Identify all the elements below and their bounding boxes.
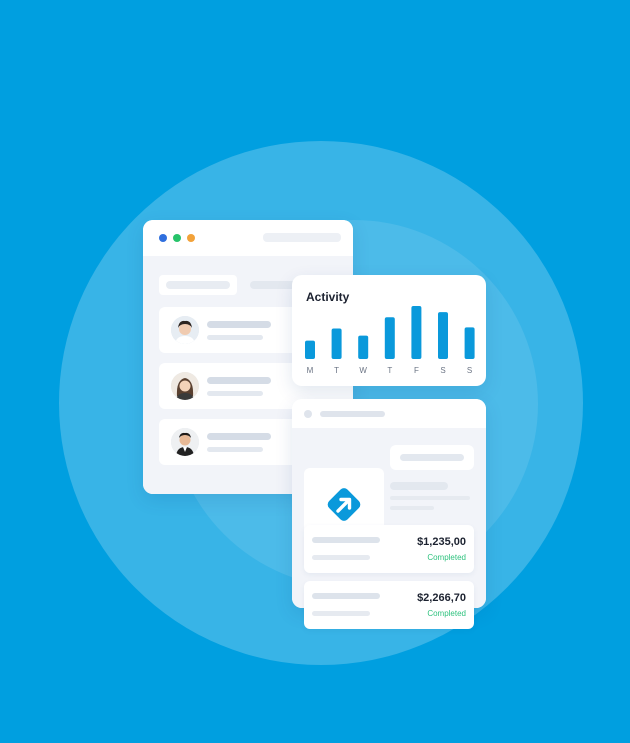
chart-tick-label-3: T [387, 366, 392, 375]
transaction-row[interactable]: $1,235,00 Completed [304, 525, 474, 573]
chart-bar-5 [438, 312, 448, 359]
chart-bar-1 [331, 328, 342, 359]
chart-bar-2 [358, 335, 369, 359]
transaction-amount: $1,235,00 [417, 536, 466, 548]
chart-bar-0 [305, 340, 315, 359]
chart-tick-label-0: M [307, 366, 314, 375]
chart-bar-6 [464, 327, 475, 359]
transaction-amount: $2,266,70 [417, 592, 466, 604]
chart-bar-3 [384, 317, 395, 359]
transaction-row[interactable]: $2,266,70 Completed [304, 581, 474, 629]
transactions-window [292, 399, 486, 608]
window-maximize-dot[interactable] [187, 234, 195, 242]
chart-tick-label-1: T [334, 366, 339, 375]
chart-tick-label-5: S [440, 366, 445, 375]
activity-bar-chart: MTWTFSS [305, 306, 475, 375]
window-close-dot[interactable] [159, 234, 167, 242]
chart-tick-label-6: S [467, 366, 472, 375]
window-minimize-dot[interactable] [173, 234, 181, 242]
transaction-status: Completed [427, 553, 466, 562]
tab-active-placeholder[interactable] [159, 275, 237, 295]
transaction-status: Completed [427, 609, 466, 618]
window-dot[interactable] [304, 410, 312, 418]
avatar [171, 316, 199, 344]
chart-tick-label-2: W [359, 366, 367, 375]
avatar [171, 372, 199, 400]
activity-card: Activity MTWTFSS [292, 275, 486, 386]
window-titlebar [292, 399, 486, 428]
chart-bar-4 [411, 306, 422, 359]
window-titlebar [143, 220, 353, 256]
chart-tick-label-4: F [414, 366, 419, 375]
address-bar-placeholder[interactable] [263, 233, 341, 242]
avatar [171, 428, 199, 456]
field-placeholder[interactable] [390, 445, 474, 470]
